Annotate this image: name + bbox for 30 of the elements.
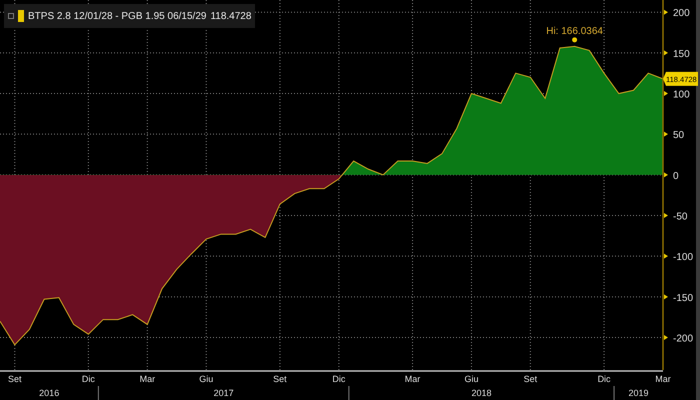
- x-axis-label: Giu: [199, 374, 214, 384]
- x-axis-label: Dic: [82, 374, 95, 384]
- x-axis-label: Dic: [598, 374, 611, 384]
- x-axis-label: Mar: [655, 374, 671, 384]
- x-axis-label: Set: [524, 374, 538, 384]
- x-axis-label: Dic: [332, 374, 346, 384]
- y-axis-label: -100: [673, 252, 694, 264]
- tick-mark-icon: [664, 10, 668, 15]
- high-marker-icon: [572, 37, 578, 42]
- x-axis-label: Giu: [464, 374, 478, 384]
- x-axis-label: Set: [273, 374, 287, 384]
- x-axis-label: Mar: [140, 374, 156, 384]
- year-label: 2019: [628, 388, 649, 398]
- y-axis-label: -200: [673, 333, 694, 344]
- collapse-icon[interactable]: [8, 13, 14, 19]
- y-axis-label: 200: [673, 8, 690, 20]
- legend-label: BTPS 2.8 12/01/28 - PGB 1.95 06/15/29: [28, 10, 206, 24]
- x-axis-label: Set: [8, 374, 22, 384]
- y-axis-label: 50: [673, 130, 684, 142]
- year-label: 2017: [214, 388, 234, 398]
- high-label: Hi: 166.0364: [546, 26, 603, 37]
- legend-value: 118.4728: [210, 10, 252, 24]
- year-label: 2016: [39, 388, 60, 398]
- y-axis-label: 100: [673, 90, 690, 101]
- y-axis-label: -50: [673, 212, 688, 222]
- y-axis-label: 0: [673, 170, 679, 182]
- y-axis-label: -150: [673, 292, 694, 304]
- x-axis-label: Mar: [404, 374, 420, 384]
- y-axis-label: 150: [673, 48, 690, 60]
- year-label: 2018: [471, 388, 492, 398]
